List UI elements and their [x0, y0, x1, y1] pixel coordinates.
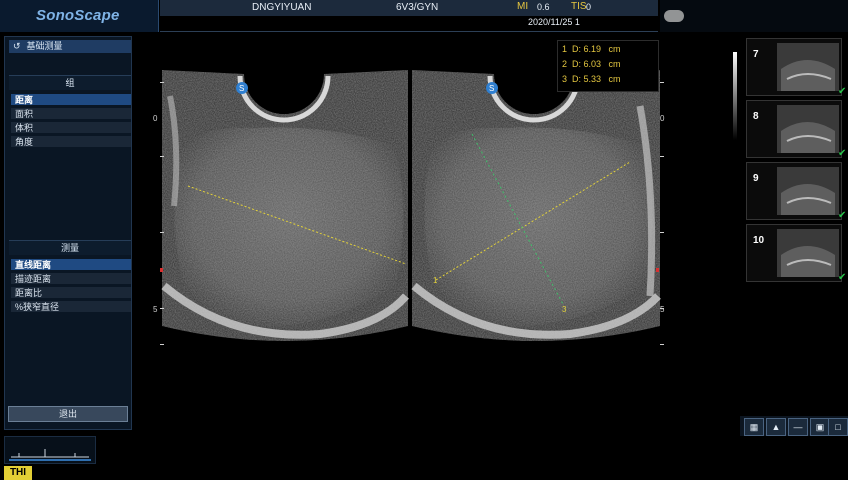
svg-text:S: S — [239, 84, 244, 93]
measure-item[interactable]: 描迹距离 — [11, 273, 131, 285]
svg-text:S: S — [489, 84, 494, 93]
brand-box: SonoScape — [0, 0, 159, 32]
minus-icon[interactable]: — — [788, 418, 808, 436]
measure-item[interactable]: 距离比 — [11, 287, 131, 299]
exam-datetime: 2020/11/25 1 — [528, 17, 580, 27]
measure-item[interactable]: 直线距离 — [11, 259, 131, 271]
image-toolbar: ▦ ▲ — ▣ □ — [740, 416, 848, 436]
thumbnail[interactable]: 9 — [746, 162, 842, 220]
probe-preset: 6V3/GYN — [396, 2, 439, 13]
back-arrow-icon: ↺ — [13, 41, 21, 51]
measurement-1: 1 D: 6.19 cm — [562, 44, 621, 54]
thumbnail-strip: 7 ✔ 8 ✔ 9 ✔ 10 ✔ — [742, 36, 848, 356]
screen-icon[interactable]: ▣ — [810, 418, 830, 436]
bottom-status-box — [4, 436, 96, 464]
ruler-icon — [9, 449, 91, 461]
thumbnail-number: 9 — [753, 173, 759, 184]
measurement-2: 2 D: 6.03 cm — [562, 59, 621, 69]
status-indicator — [664, 10, 684, 22]
check-icon: ✔ — [838, 210, 847, 221]
mi-label: MI — [517, 1, 529, 12]
check-icon: ✔ — [838, 272, 847, 283]
group-item[interactable]: 面积 — [11, 108, 131, 120]
caliper-3-label: 3 — [562, 305, 567, 314]
caliper-1-label: 1 — [433, 276, 438, 285]
mi-value: 0.6 — [537, 2, 550, 12]
left-image-sector: S — [161, 70, 410, 341]
thumbnail-number: 10 — [753, 235, 765, 246]
brand-logo: SonoScape — [36, 7, 120, 24]
group-item[interactable]: 距离 — [11, 94, 131, 106]
grayscale-bar — [733, 52, 737, 140]
thumbnail[interactable]: 7 — [746, 38, 842, 96]
thumbnail[interactable]: 10 — [746, 224, 842, 282]
window-icon[interactable]: □ — [828, 418, 848, 436]
thumbnail-number: 8 — [753, 111, 759, 122]
top-right-area — [660, 0, 848, 32]
thumbnail[interactable]: 8 — [746, 100, 842, 158]
group-section-title: 组 — [9, 75, 131, 90]
thumbnail-image — [777, 105, 839, 153]
measure-item[interactable]: %狭窄直径 — [11, 301, 131, 313]
tis-label: TIS — [571, 1, 587, 12]
thumbnail-image — [777, 167, 839, 215]
group-item[interactable]: 体积 — [11, 122, 131, 134]
back-button[interactable]: ↺ 基础测量 — [9, 40, 131, 53]
exit-button[interactable]: 退出 — [8, 406, 128, 422]
measurement-panel: ↺ 基础测量 组 距离面积体积角度 测量 直线距离描迹距离距离比 %狭窄直径 — [4, 36, 132, 430]
copy-icon[interactable]: ▦ — [744, 418, 764, 436]
back-label: 基础测量 — [26, 41, 63, 51]
measurement-results: 1 D: 6.19 cm 2 D: 6.03 cm 3 D: 5.33 cm — [557, 40, 659, 92]
up-arrow-icon[interactable]: ▲ — [766, 418, 786, 436]
depth-right-5: 5 — [660, 305, 665, 314]
thumbnail-image — [777, 229, 839, 277]
depth-left-0: 0 — [153, 114, 158, 123]
thumbnail-number: 7 — [753, 49, 759, 60]
group-item[interactable]: 角度 — [11, 136, 131, 148]
check-icon: ✔ — [838, 148, 847, 159]
measure-section-title: 测量 — [9, 240, 131, 255]
right-image-sector: S 1 3 — [411, 70, 661, 341]
check-icon: ✔ — [838, 86, 847, 97]
thumbnail-image — [777, 43, 839, 91]
date-strip — [160, 16, 658, 32]
hospital-name: DNGYIYUAN — [252, 2, 312, 13]
depth-right-0: 0 — [660, 114, 665, 123]
tis-value: 0 — [586, 2, 592, 12]
thi-mode-badge[interactable]: THI — [4, 466, 32, 480]
measurement-3: 3 D: 5.33 cm — [562, 74, 621, 84]
depth-left-5: 5 — [153, 305, 158, 314]
